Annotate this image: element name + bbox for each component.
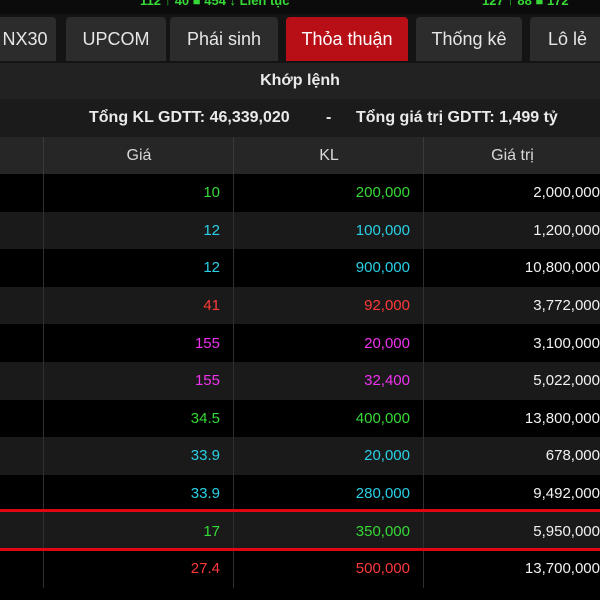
row-symbol-cell — [0, 249, 43, 287]
header-price[interactable]: Giá — [43, 137, 234, 174]
value-cell: 13,800,000 — [423, 399, 600, 438]
price-cell: 33.9 — [43, 437, 233, 475]
row-symbol-cell — [0, 512, 43, 550]
volume-cell: 20,000 — [233, 324, 423, 362]
header-volume[interactable]: KL — [233, 137, 424, 174]
price-cell: 33.9 — [43, 474, 233, 513]
tab-upcom[interactable]: UPCOM — [66, 17, 166, 61]
volume-cell: 500,000 — [233, 549, 423, 588]
table-row[interactable]: 34.5 400,000 13,800,000 — [0, 399, 600, 438]
value-cell: 3,100,000 — [423, 324, 600, 362]
volume-cell: 32,400 — [233, 361, 423, 400]
index-stats-right: 127 ↑ 88 ■ 172 — [482, 0, 569, 8]
table-header: Giá KL Giá trị — [0, 137, 600, 174]
row-symbol-cell — [0, 475, 43, 513]
market-tab-bar: NX30 UPCOM Phái sinh Thỏa thuận Thống kê… — [0, 14, 600, 64]
table-row[interactable]: 155 32,400 5,022,000 — [0, 361, 600, 400]
index-stats-left: 112 ↑ 40 ■ 454 ↓ Liên tục — [140, 0, 290, 8]
table-row[interactable]: 17 350,000 5,950,000 — [0, 512, 600, 550]
price-cell: 155 — [43, 361, 233, 400]
table-row[interactable]: 41 92,000 3,772,000 — [0, 286, 600, 325]
price-cell: 12 — [43, 211, 233, 250]
value-cell: 13,700,000 — [423, 549, 600, 588]
row-symbol-cell — [0, 400, 43, 438]
value-cell: 678,000 — [423, 437, 600, 475]
table-row[interactable]: 27.4 500,000 13,700,000 — [0, 549, 600, 588]
value-cell: 3,772,000 — [423, 286, 600, 325]
total-value-text: Tổng giá trị GDTT: 1,499 tỷ — [356, 109, 558, 126]
tab-thoa-thuan[interactable]: Thỏa thuận — [286, 17, 408, 61]
table-row[interactable]: 33.9 280,000 9,492,000 — [0, 474, 600, 513]
value-cell: 1,200,000 — [423, 211, 600, 250]
volume-cell: 100,000 — [233, 211, 423, 250]
header-value[interactable]: Giá trị — [423, 137, 600, 174]
value-cell: 2,000,000 — [423, 174, 600, 212]
summary-bar: Tổng KL GDTT: 46,339,020 - Tổng giá trị … — [0, 99, 600, 137]
volume-cell: 92,000 — [233, 286, 423, 325]
value-cell: 10,800,000 — [423, 249, 600, 287]
row-symbol-cell — [0, 287, 43, 325]
tab-hnx30[interactable]: NX30 — [0, 17, 56, 61]
value-cell: 5,950,000 — [423, 512, 600, 550]
row-symbol-cell — [0, 550, 43, 588]
row-symbol-cell — [0, 212, 43, 250]
volume-cell: 350,000 — [233, 512, 423, 550]
market-index-strip: 112 ↑ 40 ■ 454 ↓ Liên tục 127 ↑ 88 ■ 172 — [0, 0, 600, 14]
row-symbol-cell — [0, 324, 43, 362]
price-cell: 12 — [43, 249, 233, 287]
volume-cell: 20,000 — [233, 437, 423, 475]
price-cell: 27.4 — [43, 549, 233, 588]
deal-table-body: 10 200,000 2,000,000 12 100,000 1,200,000 12 90… — [0, 174, 600, 588]
volume-cell: 280,000 — [233, 474, 423, 513]
price-cell: 17 — [43, 512, 233, 550]
tab-lo-le[interactable]: Lô lẻ — [530, 17, 600, 61]
price-cell: 10 — [43, 174, 233, 212]
total-volume-text: Tổng KL GDTT: 46,339,020 — [89, 109, 290, 126]
section-caption: Khớp lệnh — [0, 63, 600, 99]
price-cell: 41 — [43, 286, 233, 325]
tab-phai-sinh[interactable]: Phái sinh — [170, 17, 278, 61]
table-row[interactable]: 10 200,000 2,000,000 — [0, 174, 600, 212]
value-cell: 9,492,000 — [423, 474, 600, 513]
row-symbol-cell — [0, 362, 43, 400]
table-row[interactable]: 12 100,000 1,200,000 — [0, 211, 600, 250]
price-cell: 34.5 — [43, 399, 233, 438]
tab-thong-ke[interactable]: Thống kê — [416, 17, 522, 61]
table-row[interactable]: 155 20,000 3,100,000 — [0, 324, 600, 362]
volume-cell: 200,000 — [233, 174, 423, 212]
row-symbol-cell — [0, 437, 43, 475]
row-symbol-cell — [0, 174, 43, 212]
volume-cell: 400,000 — [233, 399, 423, 438]
table-row[interactable]: 12 900,000 10,800,000 — [0, 249, 600, 287]
table-row[interactable]: 33.9 20,000 678,000 — [0, 437, 600, 475]
value-cell: 5,022,000 — [423, 361, 600, 400]
volume-cell: 900,000 — [233, 249, 423, 287]
summary-separator: - — [326, 109, 332, 126]
price-cell: 155 — [43, 324, 233, 362]
